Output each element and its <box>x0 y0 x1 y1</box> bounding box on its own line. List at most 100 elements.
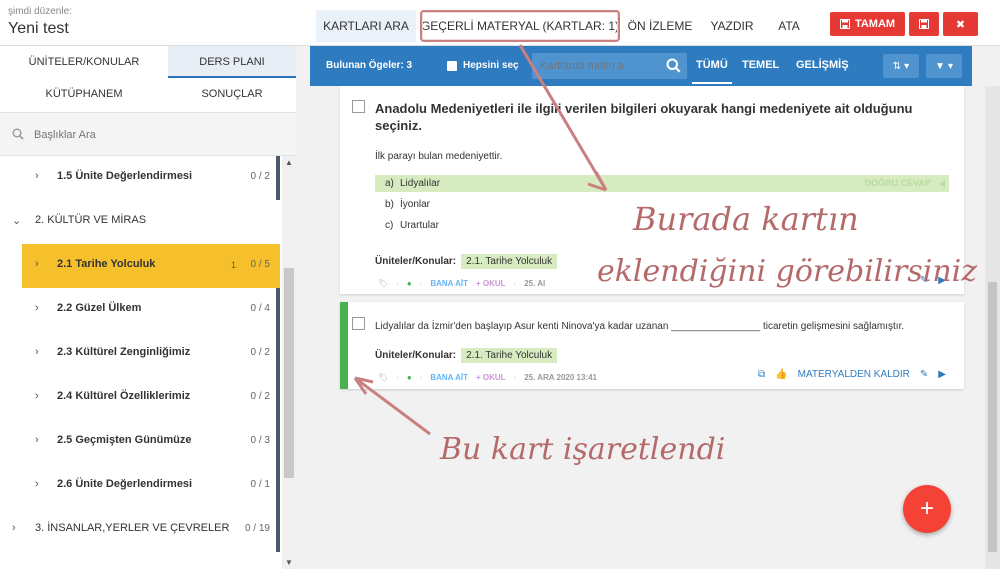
sidebar-tab-results[interactable]: SONUÇLAR <box>168 78 296 110</box>
option-letter: c) <box>385 220 394 231</box>
card-checkbox[interactable] <box>352 317 365 330</box>
selected-count-badge: 1 <box>230 260 236 270</box>
tree-item-count: 0 / 5 <box>250 259 270 270</box>
chevron-down-icon: ⌄ <box>12 215 22 227</box>
card-search-input[interactable] <box>540 57 655 75</box>
owner-label: BANA AİT <box>430 278 468 288</box>
filter-all[interactable]: TÜMÜ <box>692 59 732 84</box>
tree-item-3[interactable]: › 3. İNSANLAR,YERLER VE ÇEVRELER 0 / 19 <box>0 508 280 552</box>
sidebar-tab-units[interactable]: ÜNİTELER/KONULAR <box>0 46 168 78</box>
sidebar-tab-lesson-plan[interactable]: DERS PLANI <box>168 46 296 78</box>
tree-item-label: 1.5 Ünite Değerlendirmesi <box>57 170 193 182</box>
tag-icon[interactable]: 🏷 <box>378 373 388 382</box>
option-text: Urartular <box>400 220 439 231</box>
select-all-checkbox[interactable]: Hepsini seç <box>447 60 519 71</box>
answer-option: a) Lidyalılar DOĞRU CEVAP ◀ <box>375 175 949 192</box>
save-button[interactable] <box>909 12 939 36</box>
progress-bar <box>276 508 280 552</box>
chevron-right-icon: › <box>35 390 39 402</box>
scroll-down-icon[interactable]: ▼ <box>285 558 293 567</box>
sort-icon: ⇅ <box>892 60 902 72</box>
tree-item-label: 2.1 Tarihe Yolculuk <box>57 258 156 270</box>
card-question-title: Anadolu Medeniyetleri ile ilgili verilen… <box>375 101 913 133</box>
tree-item-2-6[interactable]: › 2.6 Ünite Değerlendirmesi 0 / 1 <box>0 464 280 508</box>
topic-search-row <box>0 112 296 156</box>
tree-item-2-1[interactable]: › 2.1 Tarihe Yolculuk 1 0 / 5 <box>22 244 280 288</box>
topic-search-input[interactable] <box>34 125 274 145</box>
done-button[interactable]: TAMAM <box>830 12 905 36</box>
progress-bar <box>276 288 280 332</box>
annotation-note-1b: eklendiğini görebilirsiniz <box>597 254 978 289</box>
edit-pencil-icon[interactable]: ✎ <box>920 369 928 380</box>
scrollbar-thumb[interactable] <box>284 268 294 478</box>
sidebar-tab-library[interactable]: KÜTÜPHANEM <box>0 78 168 110</box>
card-meta-row: 🏷 · ● · BANA AİT + OKUL · 25. AI <box>378 278 546 288</box>
tree-item-2[interactable]: ⌄ 2. KÜLTÜR VE MİRAS <box>0 200 280 244</box>
edit-caption: şimdi düzenle: <box>8 6 72 17</box>
tree-item-1-5[interactable]: › 1.5 Ünite Değerlendirmesi 0 / 2 <box>0 156 280 200</box>
add-card-button[interactable]: + <box>903 485 951 533</box>
progress-bar <box>276 332 280 376</box>
tab-highlight-box <box>420 10 620 42</box>
filter-button[interactable]: ▼ ▾ <box>926 54 962 78</box>
tree-item-count: 0 / 2 <box>250 347 270 358</box>
chevron-right-icon: › <box>35 170 39 182</box>
globe-icon: ● <box>406 372 412 382</box>
close-icon: ✖ <box>955 18 966 31</box>
thumbs-up-icon[interactable]: 👍 <box>775 369 787 380</box>
question-card-selected[interactable]: Lidyalılar da İzmir'den başlayıp Asur ke… <box>340 302 964 389</box>
chevron-right-icon: › <box>35 346 39 358</box>
option-text: Lidyalılar <box>400 178 441 189</box>
close-button[interactable]: ✖ <box>943 12 978 36</box>
tab-search-cards[interactable]: KARTLARI ARA <box>316 10 416 42</box>
search-icon <box>12 128 24 140</box>
tree-scrollbar[interactable]: ▲ ▼ <box>282 156 296 569</box>
topic-chip: 2.1. Tarihe Yolculuk <box>461 348 558 363</box>
cast-icon[interactable]: ⧉ <box>758 369 765 380</box>
tree-item-label: 2.4 Kültürel Özelliklerimiz <box>57 390 191 402</box>
tree-item-2-3[interactable]: › 2.3 Kültürel Zenginliğimiz 0 / 2 <box>0 332 280 376</box>
tree-item-label: 3. İNSANLAR,YERLER VE ÇEVRELER <box>35 522 230 534</box>
card-search-box <box>532 53 687 79</box>
option-text: İyonlar <box>400 199 431 210</box>
tree-item-label: 2.5 Geçmişten Günümüze <box>57 434 192 446</box>
floppy-icon <box>919 19 929 29</box>
save-icon <box>839 19 850 29</box>
school-label[interactable]: + OKUL <box>476 373 506 382</box>
play-icon[interactable]: ▶ <box>938 369 946 380</box>
tree-item-label: 2. KÜLTÜR VE MİRAS <box>35 214 147 226</box>
tree-item-2-5[interactable]: › 2.5 Geçmişten Günümüze 0 / 3 <box>0 420 280 464</box>
progress-bar <box>276 156 280 200</box>
tab-assign[interactable]: ATA <box>766 10 812 42</box>
selected-indicator <box>340 302 348 389</box>
tag-icon[interactable]: 🏷 <box>378 279 388 288</box>
chevron-right-icon: › <box>35 478 39 490</box>
school-label[interactable]: + OKUL <box>476 279 506 288</box>
tree-item-2-2[interactable]: › 2.2 Güzel Ülkem 0 / 4 <box>0 288 280 332</box>
main-scrollbar[interactable] <box>985 86 1000 569</box>
tab-preview[interactable]: ÖN İZLEME <box>622 10 698 42</box>
tree-item-count: 0 / 4 <box>250 303 270 314</box>
filter-basic[interactable]: TEMEL <box>742 59 779 71</box>
found-items-count: Bulunan Ögeler: 3 <box>326 60 413 71</box>
tab-print[interactable]: YAZDIR <box>700 10 764 42</box>
card-question-text: Lidyalılar da İzmir'den başlayıp Asur ke… <box>375 321 905 332</box>
topic-label: Üniteler/Konular: <box>375 350 457 361</box>
option-letter: a) <box>385 178 394 189</box>
tree-item-label: 2.6 Ünite Değerlendirmesi <box>57 478 193 490</box>
card-checkbox[interactable] <box>352 100 365 113</box>
tree-item-label: 2.3 Kültürel Zenginliğimiz <box>57 346 191 358</box>
owner-label: BANA AİT <box>430 372 468 382</box>
tree-item-label: 2.2 Güzel Ülkem <box>57 302 142 314</box>
scroll-up-icon[interactable]: ▲ <box>285 158 293 167</box>
filter-advanced[interactable]: GELİŞMİŞ <box>796 59 849 71</box>
card-date: 25. AI <box>524 278 546 288</box>
remove-from-material-button[interactable]: MATERYALDEN KALDIR <box>798 369 910 380</box>
tree-item-2-4[interactable]: › 2.4 Kültürel Özelliklerimiz 0 / 2 <box>0 376 280 420</box>
sort-button[interactable]: ⇅ ▾ <box>883 54 919 78</box>
card-meta-row: 🏷 · ● · BANA AİT + OKUL · 25. ARA 2020 1… <box>378 372 597 382</box>
scrollbar-thumb[interactable] <box>988 282 997 552</box>
search-icon[interactable] <box>666 58 681 73</box>
chevron-right-icon: › <box>35 302 39 314</box>
top-bar: şimdi düzenle: Yeni test KARTLARI ARA GE… <box>0 0 1000 46</box>
